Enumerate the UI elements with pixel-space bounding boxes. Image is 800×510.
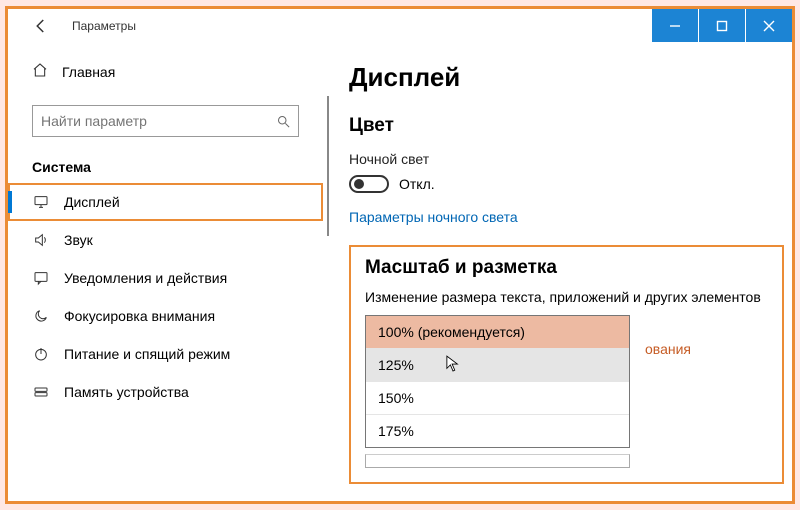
- home-link[interactable]: Главная: [8, 52, 323, 91]
- dropdown-item-150[interactable]: 150%: [366, 381, 629, 414]
- dropdown-item-label: 125%: [378, 357, 414, 373]
- sidebar-item-label: Звук: [64, 232, 93, 248]
- moon-icon: [32, 307, 50, 325]
- scroll-indicator[interactable]: [327, 96, 329, 236]
- power-icon: [32, 345, 50, 363]
- sidebar-item-sound[interactable]: Звук: [8, 221, 323, 259]
- content-area: Дисплей Цвет Ночной свет Откл. Параметры…: [323, 42, 792, 501]
- sidebar-item-display[interactable]: Дисплей: [8, 183, 323, 221]
- sound-icon: [32, 231, 50, 249]
- sidebar-item-storage[interactable]: Память устройства: [8, 373, 323, 411]
- nightlight-label: Ночной свет: [349, 151, 784, 167]
- sidebar-item-label: Уведомления и действия: [64, 270, 227, 286]
- search-box[interactable]: [32, 105, 299, 137]
- sidebar-item-focus[interactable]: Фокусировка внимания: [8, 297, 323, 335]
- home-icon: [32, 62, 48, 81]
- sidebar-item-label: Память устройства: [64, 384, 189, 400]
- search-input[interactable]: [33, 113, 268, 129]
- close-button[interactable]: [746, 9, 792, 42]
- dropdown-item-175[interactable]: 175%: [366, 414, 629, 447]
- section-color: Цвет: [349, 115, 784, 137]
- maximize-button[interactable]: [699, 9, 745, 42]
- monitor-icon: [32, 193, 50, 211]
- sidebar-item-label: Питание и спящий режим: [64, 346, 230, 362]
- cursor-icon: [446, 355, 460, 376]
- page-title: Дисплей: [349, 62, 784, 93]
- nightlight-state: Откл.: [399, 176, 435, 192]
- sidebar-item-notifications[interactable]: Уведомления и действия: [8, 259, 323, 297]
- nightlight-toggle[interactable]: [349, 175, 389, 193]
- sidebar-item-power[interactable]: Питание и спящий режим: [8, 335, 323, 373]
- back-button[interactable]: [28, 13, 54, 39]
- notifications-icon: [32, 269, 50, 287]
- section-label: Система: [8, 137, 323, 183]
- sidebar-item-label: Фокусировка внимания: [64, 308, 215, 324]
- scale-sub: Изменение размера текста, приложений и д…: [365, 289, 768, 305]
- scale-dropdown[interactable]: 100% (рекомендуется) 125% 150% 175%: [365, 315, 630, 448]
- titlebar: Параметры: [8, 9, 792, 42]
- sidebar: Главная Система Дисплей: [8, 42, 323, 501]
- scale-heading: Масштаб и разметка: [365, 257, 768, 279]
- storage-icon: [32, 383, 50, 401]
- sidebar-item-label: Дисплей: [64, 194, 120, 210]
- nightlight-settings-link[interactable]: Параметры ночного света: [349, 209, 518, 225]
- partial-link-text: ования: [645, 341, 691, 357]
- scale-section: Масштаб и разметка Изменение размера тек…: [349, 245, 784, 484]
- search-icon: [268, 114, 298, 129]
- dropdown-item-125[interactable]: 125%: [366, 348, 629, 381]
- minimize-button[interactable]: [652, 9, 698, 42]
- dropdown-scrollbar[interactable]: [365, 454, 630, 468]
- window-title: Параметры: [72, 19, 136, 33]
- dropdown-item-100[interactable]: 100% (рекомендуется): [366, 316, 629, 348]
- home-label: Главная: [62, 64, 115, 80]
